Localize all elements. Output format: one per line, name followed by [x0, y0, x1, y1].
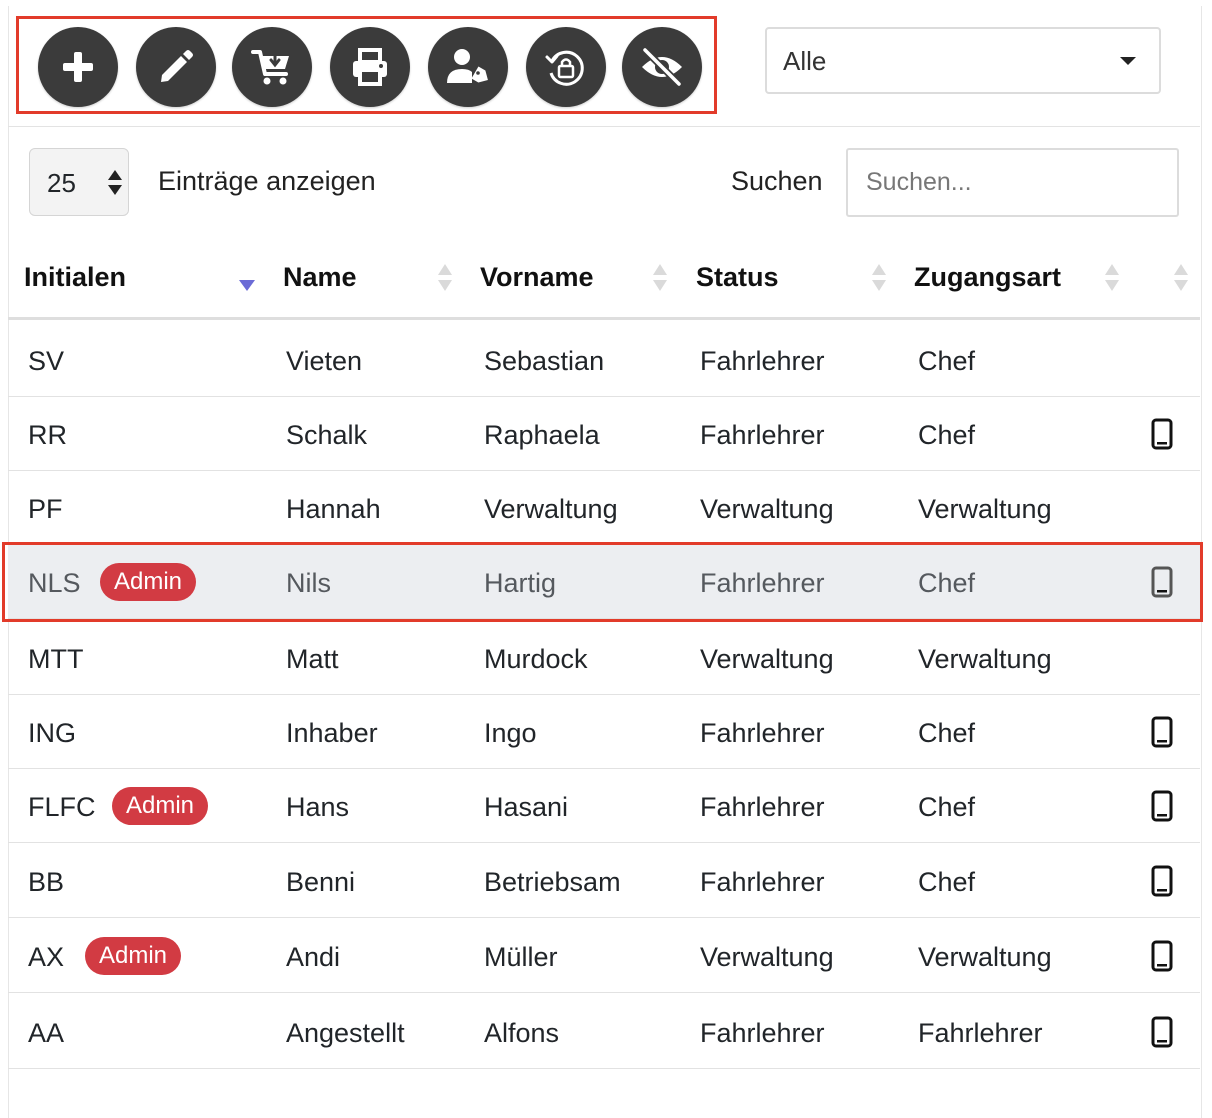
- cell-name: Vieten: [286, 346, 363, 376]
- cell-zugangsart: Fahrlehrer: [918, 1018, 1043, 1048]
- search-label: Suchen: [731, 166, 823, 196]
- column-header-zugangsart[interactable]: Zugangsart: [914, 262, 1061, 293]
- mobile-phone-icon: [1151, 566, 1173, 603]
- mobile-phone-icon: [1151, 940, 1173, 977]
- admin-badge: Admin: [85, 937, 182, 975]
- page-length-select[interactable]: 25: [29, 148, 129, 216]
- mobile-phone-icon: [1151, 1016, 1173, 1053]
- table-row[interactable]: ING Inhaber Ingo Fahrlehrer Chef: [8, 694, 1200, 769]
- sort-icon: [1174, 264, 1188, 294]
- sort-up-icon: [108, 170, 122, 180]
- cell-name: Hans: [286, 792, 350, 822]
- cell-status: Verwaltung: [700, 644, 834, 674]
- mobile-phone-icon: [1151, 790, 1173, 827]
- cell-status: Fahrlehrer: [700, 718, 825, 748]
- table-row[interactable]: NLS Nils Hartig Fahrlehrer Chef Admin: [8, 544, 1200, 619]
- filter-value: Alle: [783, 46, 827, 76]
- cell-zugangsart: Chef: [918, 867, 976, 897]
- cell-status: Fahrlehrer: [700, 346, 825, 376]
- cell-vorname: Hartig: [484, 568, 557, 598]
- cell-status: Fahrlehrer: [700, 792, 825, 822]
- cell-initials: BB: [28, 867, 65, 897]
- cell-name: Hannah: [286, 494, 381, 524]
- caret-down-icon: [1120, 57, 1136, 65]
- cell-status: Verwaltung: [700, 494, 834, 524]
- cell-initials: MTT: [28, 644, 84, 674]
- table-row[interactable]: SV Vieten Sebastian Fahrlehrer Chef: [8, 322, 1200, 397]
- column-header-vorname[interactable]: Vorname: [480, 262, 594, 293]
- table-row[interactable]: AX Andi Müller Verwaltung Verwaltung Admin: [8, 918, 1200, 993]
- page-length-label: Einträge anzeigen: [158, 166, 376, 196]
- cell-name: Benni: [286, 867, 356, 897]
- cell-initials: AX: [28, 942, 65, 972]
- table-row[interactable]: FLFC Hans Hasani Fahrlehrer Chef Admin: [8, 768, 1200, 843]
- cell-initials: PF: [28, 494, 63, 524]
- sort-icon: [872, 264, 886, 294]
- table-row[interactable]: MTT Matt Murdock Verwaltung Verwaltung: [8, 620, 1200, 695]
- table-header: Initialen Name Vorname Status Zugangsart: [8, 236, 1200, 320]
- cell-initials: RR: [28, 420, 67, 450]
- mobile-phone-icon: [1151, 865, 1173, 902]
- cell-status: Fahrlehrer: [700, 568, 825, 598]
- cell-zugangsart: Chef: [918, 718, 976, 748]
- cell-vorname: Verwaltung: [484, 494, 618, 524]
- cell-vorname: Alfons: [484, 1018, 560, 1048]
- cell-vorname: Murdock: [484, 644, 588, 674]
- mobile-phone-icon: [1151, 418, 1173, 455]
- sort-icon: [438, 264, 452, 294]
- cell-status: Verwaltung: [700, 942, 834, 972]
- admin-badge: Admin: [100, 563, 197, 601]
- table-row[interactable]: RR Schalk Raphaela Fahrlehrer Chef: [8, 396, 1200, 471]
- cell-zugangsart: Verwaltung: [918, 644, 1052, 674]
- cell-zugangsart: Verwaltung: [918, 494, 1052, 524]
- sort-down-icon: [108, 185, 122, 195]
- table-row[interactable]: AA Angestellt Alfons Fahrlehrer Fahrlehrer: [8, 994, 1200, 1069]
- cell-zugangsart: Chef: [918, 792, 976, 822]
- sort-icon: [1105, 264, 1119, 294]
- cell-zugangsart: Chef: [918, 420, 976, 450]
- toolbar-highlight: [16, 16, 717, 114]
- table-row[interactable]: PF Hannah Verwaltung Verwaltung Verwaltung: [8, 470, 1200, 545]
- status-filter-select[interactable]: Alle: [765, 27, 1161, 94]
- cell-vorname: Hasani: [484, 792, 569, 822]
- cell-status: Fahrlehrer: [700, 420, 825, 450]
- search-input[interactable]: [846, 148, 1179, 217]
- cell-zugangsart: Chef: [918, 346, 976, 376]
- cell-name: Angestellt: [286, 1018, 405, 1048]
- cell-name: Inhaber: [286, 718, 378, 748]
- cell-initials: NLS: [28, 568, 81, 598]
- page-length-value: 25: [47, 168, 76, 198]
- cell-initials: FLFC: [28, 792, 96, 822]
- cell-name: Schalk: [286, 420, 368, 450]
- admin-badge: Admin: [112, 787, 209, 825]
- table-row[interactable]: BB Benni Betriebsam Fahrlehrer Chef: [8, 843, 1200, 918]
- cell-zugangsart: Verwaltung: [918, 942, 1052, 972]
- cell-initials: ING: [28, 718, 77, 748]
- cell-vorname: Betriebsam: [484, 867, 621, 897]
- cell-name: Matt: [286, 644, 339, 674]
- cell-initials: SV: [28, 346, 65, 376]
- column-header-status[interactable]: Status: [696, 262, 779, 293]
- cell-status: Fahrlehrer: [700, 867, 825, 897]
- cell-name: Andi: [286, 942, 341, 972]
- cell-vorname: Raphaela: [484, 420, 600, 450]
- column-header-name[interactable]: Name: [283, 262, 357, 293]
- cell-vorname: Sebastian: [484, 346, 605, 376]
- mobile-phone-icon: [1151, 716, 1173, 753]
- cell-status: Fahrlehrer: [700, 1018, 825, 1048]
- column-header-initialen[interactable]: Initialen: [24, 262, 126, 293]
- sort-icon: [653, 264, 667, 294]
- cell-initials: AA: [28, 1018, 65, 1048]
- cell-zugangsart: Chef: [918, 568, 976, 598]
- cell-vorname: Müller: [484, 942, 558, 972]
- cell-name: Nils: [286, 568, 331, 598]
- cell-vorname: Ingo: [484, 718, 537, 748]
- sort-desc-icon: [239, 280, 255, 291]
